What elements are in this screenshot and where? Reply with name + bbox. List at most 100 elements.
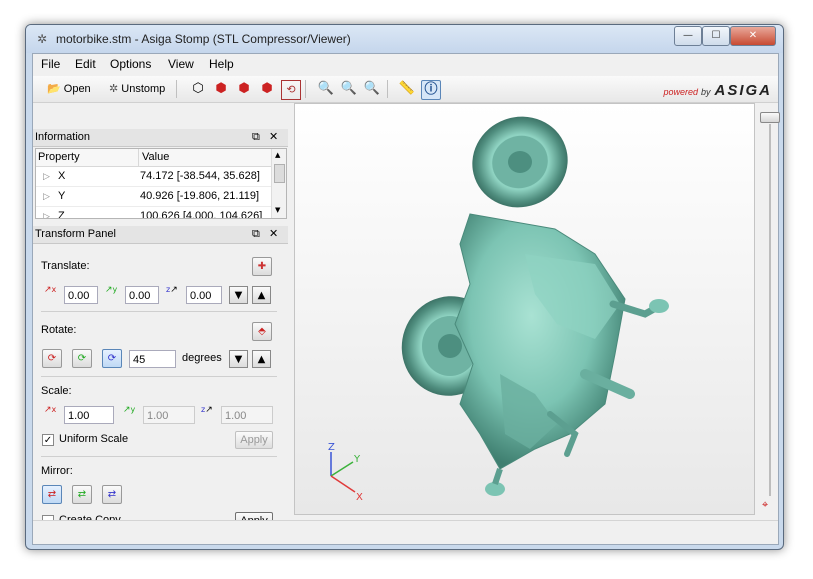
value-cell: 100.626 [4.000, 104.626] <box>140 210 263 219</box>
app-window: ✲ motorbike.stm - Asiga Stomp (STL Compr… <box>25 24 784 550</box>
unstomp-button[interactable]: ✲ Unstomp <box>109 79 165 99</box>
section-divider <box>41 376 277 377</box>
z-axis-label: Z <box>328 442 335 453</box>
table-row[interactable]: ▷ Z 100.626 [4.000, 104.626] <box>36 207 272 219</box>
zoom-in-icon[interactable]: 🔍 <box>317 80 335 98</box>
translate-up-button[interactable]: ▲ <box>252 286 271 304</box>
column-header-property[interactable]: Property <box>36 149 138 167</box>
table-row[interactable]: ▷ X 74.172 [-38.544, 35.628] <box>36 167 272 187</box>
scale-label: Scale: <box>41 385 72 397</box>
mirror-z-button[interactable]: ⇄ <box>102 485 122 504</box>
rotate-reset-button[interactable]: ⬘ <box>252 322 272 341</box>
view-top-icon[interactable]: ⬢ <box>258 80 276 98</box>
section-divider <box>41 456 277 457</box>
slider-handle[interactable] <box>760 112 780 123</box>
rotate-up-button[interactable]: ▲ <box>252 350 271 368</box>
window-title: motorbike.stm - Asiga Stomp (STL Compres… <box>56 32 351 46</box>
scroll-thumb[interactable] <box>274 164 285 183</box>
crosshair-icon[interactable]: ⌖ <box>762 498 768 512</box>
ruler-icon[interactable]: 📏 <box>398 80 416 98</box>
toolbar: 📂 Open ✲ Unstomp ⬡ ⬢ ⬢ ⬢ ⟲ 🔍 🔍 🔍 📏 ⓘ pow… <box>33 76 778 103</box>
minimize-button[interactable]: — <box>674 26 702 46</box>
toolbar-separator <box>176 80 177 98</box>
z-axis-icon: z↗ <box>166 285 178 295</box>
scale-z-input[interactable]: 1.00 <box>221 406 273 424</box>
x-axis-icon: ↗x <box>44 285 57 295</box>
view-iso-icon[interactable]: ⬡ <box>189 80 207 98</box>
section-divider <box>41 311 277 312</box>
slider-track[interactable] <box>769 124 771 496</box>
information-panel-title: Information <box>35 131 91 143</box>
3d-viewport[interactable]: Z Y X <box>294 103 755 515</box>
y-axis-label: Y <box>353 454 361 465</box>
brand-logo: powered by ASIGA <box>663 82 772 99</box>
menu-edit[interactable]: Edit <box>75 57 96 71</box>
menu-file[interactable]: File <box>41 57 60 71</box>
degrees-label: degrees <box>182 352 222 364</box>
y-axis-icon: ↗y <box>123 405 136 415</box>
float-icon[interactable]: ⧉ <box>252 227 260 241</box>
float-icon[interactable]: ⧉ <box>252 130 260 144</box>
expand-arrow-icon[interactable]: ▷ <box>43 167 50 186</box>
panel-close-icon[interactable]: ✕ <box>269 130 278 143</box>
menu-view[interactable]: View <box>168 57 194 71</box>
scroll-down-icon[interactable]: ▼ <box>275 206 280 214</box>
transform-panel-title: Transform Panel <box>35 228 116 240</box>
rotate-angle-input[interactable]: 45 <box>129 350 176 368</box>
zoom-slider[interactable]: ⌖ <box>755 106 780 514</box>
model-render[interactable]: Z Y X <box>295 104 754 514</box>
mirror-y-button[interactable]: ⇄ <box>72 485 92 504</box>
panel-close-icon[interactable]: ✕ <box>269 227 278 240</box>
view-side-icon[interactable]: ⬢ <box>235 80 253 98</box>
scale-x-input[interactable]: 1.00 <box>64 406 114 424</box>
info-icon[interactable]: ⓘ <box>421 80 441 100</box>
motorbike-model <box>401 116 669 496</box>
translate-z-input[interactable]: 0.00 <box>186 286 222 304</box>
property-cell: Y <box>58 190 66 202</box>
view-reset-icon[interactable]: ⟲ <box>281 80 301 100</box>
toolbar-separator <box>387 80 388 98</box>
expand-arrow-icon[interactable]: ▷ <box>43 187 50 206</box>
information-table: Property Value ▷ X 74.172 [-38.544, 35.6… <box>35 148 287 219</box>
rotate-down-button[interactable]: ▼ <box>229 350 248 368</box>
scale-apply-button[interactable]: Apply <box>235 431 273 449</box>
translate-y-input[interactable]: 0.00 <box>125 286 159 304</box>
menu-bar: File Edit Options View Help <box>33 54 778 74</box>
translate-label: Translate: <box>41 260 90 272</box>
mirror-label: Mirror: <box>41 465 73 477</box>
rotate-y-button[interactable]: ⟳ <box>72 349 92 368</box>
rotate-label: Rotate: <box>41 324 77 336</box>
zoom-out-icon[interactable]: 🔍 <box>340 80 358 98</box>
value-cell: 40.926 [-19.806, 21.119] <box>140 190 260 202</box>
close-button[interactable]: ✕ <box>730 26 776 46</box>
rotate-x-button[interactable]: ⟳ <box>42 349 62 368</box>
client-area: File Edit Options View Help 📂 Open ✲ Uns… <box>32 53 780 545</box>
menu-options[interactable]: Options <box>110 57 151 71</box>
column-header-value[interactable]: Value <box>138 149 276 167</box>
rotate-z-button[interactable]: ⟳ <box>102 349 122 368</box>
scroll-up-icon[interactable]: ▲ <box>275 151 280 159</box>
expand-arrow-icon[interactable]: ▷ <box>43 207 50 218</box>
open-button[interactable]: 📂 Open <box>47 79 91 99</box>
view-front-icon[interactable]: ⬢ <box>212 80 230 98</box>
x-axis-icon: ↗x <box>44 405 57 415</box>
unstomp-label: Unstomp <box>121 83 166 95</box>
table-row[interactable]: ▷ Y 40.926 [-19.806, 21.119] <box>36 187 272 207</box>
z-axis-icon: z↗ <box>201 405 213 415</box>
x-axis-label: X <box>356 492 363 503</box>
y-axis-icon: ↗y <box>105 285 118 295</box>
translate-x-input[interactable]: 0.00 <box>64 286 98 304</box>
mirror-x-button[interactable]: ⇄ <box>42 485 62 504</box>
zoom-fit-icon[interactable]: 🔍 <box>363 80 381 98</box>
uniform-scale-checkbox[interactable]: ✓ <box>42 434 54 446</box>
maximize-button[interactable]: ☐ <box>702 26 730 46</box>
status-bar <box>33 520 778 544</box>
information-scrollbar[interactable]: ▲ ▼ <box>271 149 286 218</box>
translate-down-button[interactable]: ▼ <box>229 286 248 304</box>
scale-y-input[interactable]: 1.00 <box>143 406 195 424</box>
axis-triad: Z Y X <box>328 442 363 503</box>
menu-help[interactable]: Help <box>209 57 234 71</box>
center-model-button[interactable]: ✚ <box>252 257 272 276</box>
uniform-scale-label: Uniform Scale <box>59 433 129 445</box>
title-bar[interactable]: ✲ motorbike.stm - Asiga Stomp (STL Compr… <box>26 25 783 53</box>
